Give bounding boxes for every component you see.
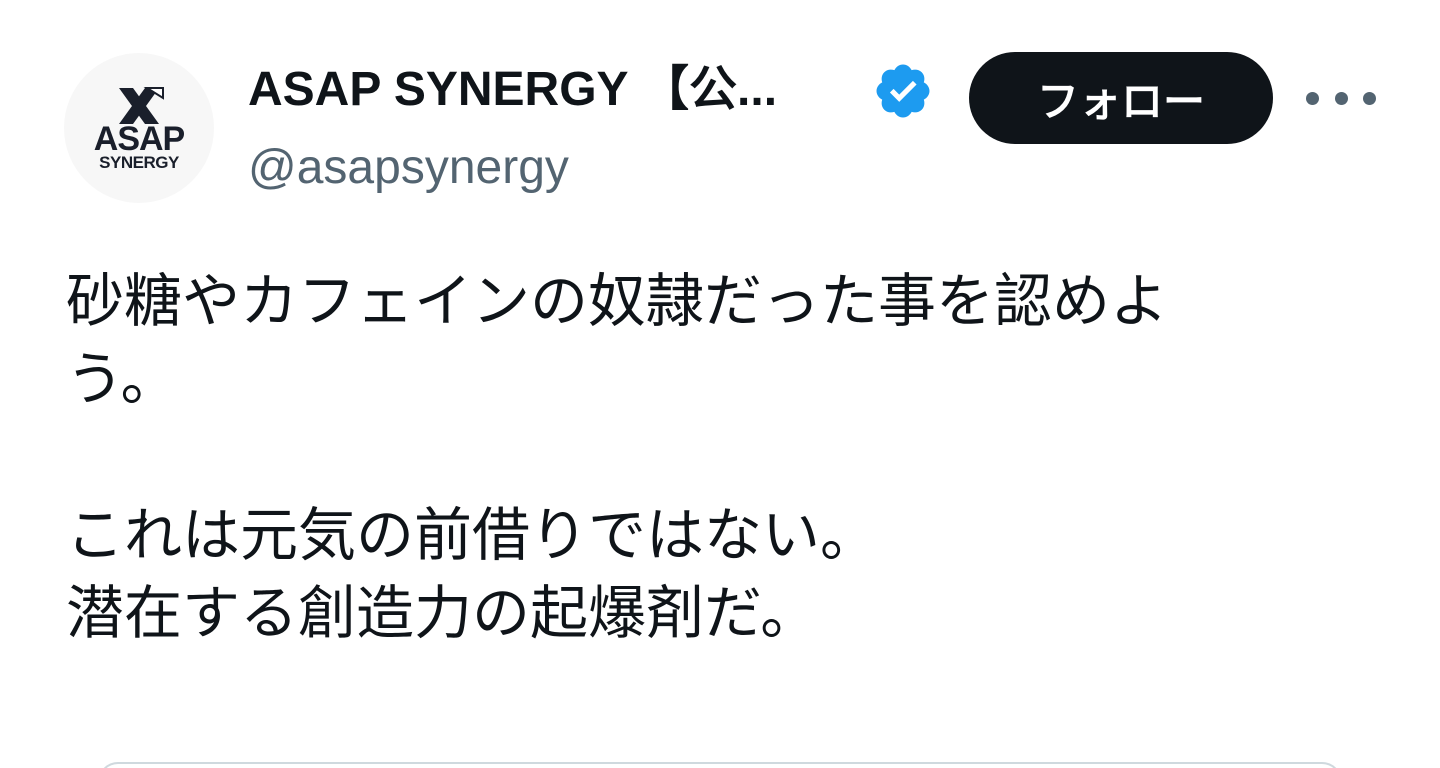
avatar-logo-text: ASAP [93,120,185,158]
more-horizontal-icon-dot-2 [1334,91,1348,105]
follow-button[interactable]: フォロー [969,52,1273,144]
more-options-button[interactable] [1306,80,1376,116]
display-name[interactable]: ASAP SYNERGY 【公... [248,58,777,122]
avatar-logo-subtext: SYNERGY [99,153,179,172]
tweet-paragraph-2: これは元気の前借りではない。 潜在する創造力の起爆剤だ。 [66,501,879,647]
tweet-text: 砂糖やカフェインの奴隷だった事を認めよ う。 これは元気の前借りではない。 潜在… [66,262,1326,652]
user-handle[interactable]: @asapsynergy [248,136,569,200]
avatar[interactable]: ASAP SYNERGY [64,53,214,203]
media-card-edge[interactable] [98,762,1342,768]
tweet-paragraph-1: 砂糖やカフェインの奴隷だった事を認めよ う。 [66,267,1169,413]
tweet-card: ASAP SYNERGY ASAP SYNERGY 【公... @asapsyn… [0,0,1440,768]
more-horizontal-icon-dot-1 [1306,91,1319,105]
more-horizontal-icon-dot-3 [1363,91,1376,105]
verified-badge-icon [876,64,930,118]
